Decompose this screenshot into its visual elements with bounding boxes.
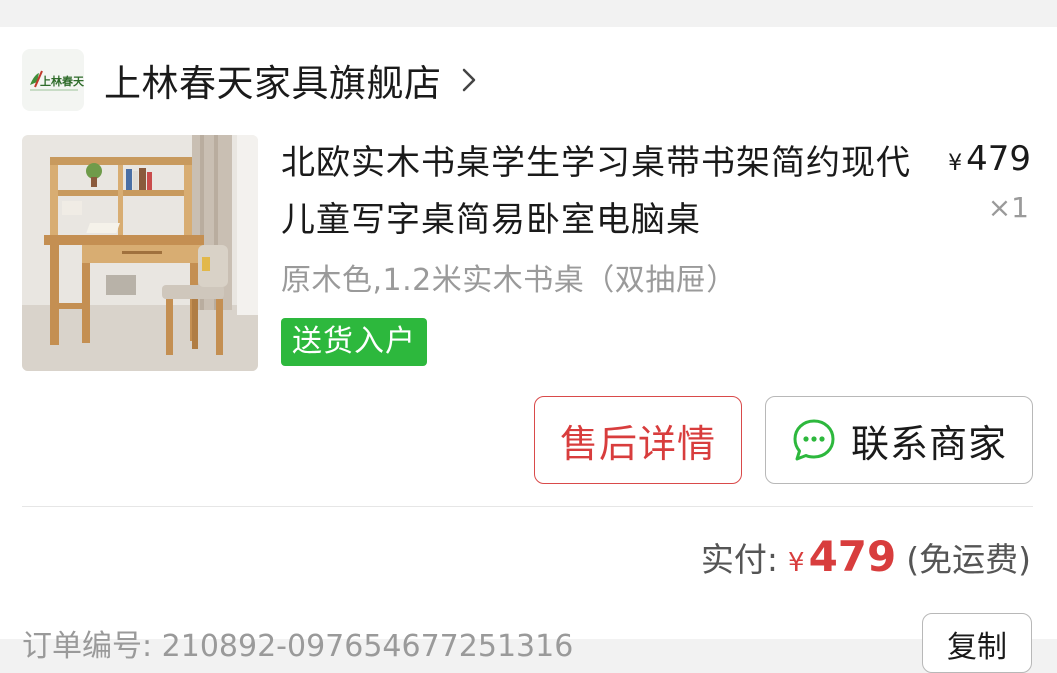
order-card: 上林春天 上林春天家具旗舰店 北欧实木书桌学生学习桌带书架简约现代儿童写字桌简易… <box>0 27 1057 673</box>
contact-seller-button[interactable]: 联系商家 <box>765 396 1033 484</box>
store-name[interactable]: 上林春天家具旗舰店 <box>104 53 442 107</box>
shipping-note: (免运费) <box>906 540 1031 579</box>
store-logo-icon: 上林春天 <box>30 70 84 91</box>
divider <box>22 506 1033 507</box>
contact-seller-label: 联系商家 <box>850 421 1007 466</box>
price-currency: ¥ <box>948 151 963 176</box>
after-sale-button[interactable]: 售后详情 <box>534 396 742 484</box>
product-title[interactable]: 北欧实木书桌学生学习桌带书架简约现代儿童写字桌简易卧室电脑桌 <box>281 135 921 249</box>
store-header[interactable]: 上林春天 上林春天家具旗舰店 <box>22 49 480 111</box>
copy-label: 复制 <box>947 630 1007 665</box>
copy-button[interactable]: 复制 <box>922 613 1032 673</box>
product-quantity: ×1 <box>987 191 1029 224</box>
svg-text:上林春天: 上林春天 <box>40 74 84 88</box>
product-image[interactable] <box>22 135 258 371</box>
after-sale-label: 售后详情 <box>559 421 716 466</box>
price-value: 479 <box>966 139 1031 179</box>
payment-label: 实付: <box>700 540 779 579</box>
payment-amount: 479 <box>808 532 897 581</box>
chevron-right-icon[interactable] <box>458 68 480 92</box>
store-logo: 上林春天 <box>22 49 84 111</box>
delivery-tag: 送货入户 <box>281 318 427 366</box>
payment-summary: 实付: ¥ 479 (免运费) <box>701 532 1031 581</box>
chat-bubble-icon <box>791 417 837 463</box>
payment-currency: ¥ <box>788 548 805 578</box>
product-spec: 原木色,1.2米实木书桌（双抽屉） <box>281 263 737 298</box>
product-price: ¥479 <box>948 139 1031 179</box>
order-number: 订单编号: 210892-097654677251316 <box>22 629 574 664</box>
